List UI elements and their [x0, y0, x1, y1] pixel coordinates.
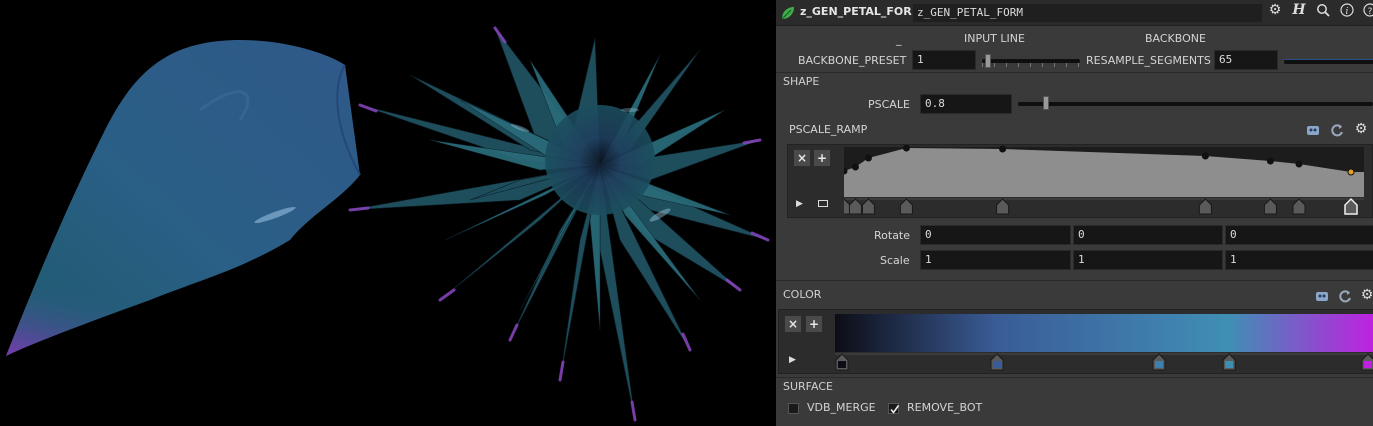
- svg-text:i: i: [1346, 7, 1349, 17]
- ramp-point[interactable]: [864, 154, 872, 162]
- gear-icon[interactable]: ⚙: [1266, 2, 1284, 18]
- resample-segments-slider[interactable]: [1284, 59, 1373, 64]
- ramp-key-marker[interactable]: [899, 198, 913, 215]
- shape-section-label: SHAPE: [783, 75, 820, 88]
- preset-icon[interactable]: [1313, 289, 1331, 307]
- color-key-swatch: [993, 361, 1001, 368]
- color-key-swatch: [1225, 361, 1234, 368]
- leaf-icon: [780, 5, 796, 21]
- add-key-icon[interactable]: +: [813, 149, 831, 167]
- ramp-key-marker[interactable]: [1344, 197, 1358, 215]
- ramp-key-marker[interactable]: [1198, 198, 1212, 215]
- scale-x-field[interactable]: 1: [920, 250, 1071, 270]
- pscale-label: PSCALE: [868, 98, 910, 111]
- ramp-point[interactable]: [1347, 168, 1355, 176]
- frame-icon[interactable]: [818, 200, 828, 207]
- ramp-key-marker[interactable]: [848, 198, 862, 215]
- help-icon[interactable]: ?: [1361, 3, 1373, 21]
- remove-key-icon[interactable]: ×: [784, 315, 802, 333]
- backbone-preset-slider-handle[interactable]: [984, 54, 991, 68]
- pscale-slider[interactable]: [1018, 102, 1373, 106]
- ramp-key-marker[interactable]: [861, 198, 875, 215]
- pscale-ramp-label: PSCALE_RAMP: [789, 123, 868, 136]
- play-icon[interactable]: ▶: [789, 355, 796, 365]
- vdb-merge-label: VDB_MERGE: [807, 401, 876, 414]
- pscale-slider-handle[interactable]: [1043, 96, 1050, 110]
- ramp-point[interactable]: [844, 167, 848, 175]
- scale-label: Scale: [880, 254, 910, 267]
- ramp-point[interactable]: [1266, 157, 1274, 165]
- panel-header: z_GEN_PETAL_FORM z_GEN_PETAL_FORM ⚙ H i …: [776, 0, 1373, 26]
- remove-bot-label: REMOVE_BOT: [907, 401, 983, 414]
- gear-icon[interactable]: ⚙: [1352, 121, 1370, 137]
- resample-segments-label: RESAMPLE_SEGMENTS: [1086, 54, 1211, 67]
- scene-viewport[interactable]: [0, 0, 776, 426]
- preset-icon[interactable]: [1304, 123, 1322, 141]
- rotate-z-field[interactable]: 0: [1225, 225, 1373, 245]
- scale-y-field[interactable]: 1: [1073, 250, 1223, 270]
- ramp-key-marker[interactable]: [996, 198, 1010, 215]
- surface-section-label: SURFACE: [783, 380, 833, 393]
- ramp-point[interactable]: [1295, 160, 1303, 168]
- petal-model: [6, 40, 361, 356]
- node-type-label: z_GEN_PETAL_FORM: [800, 5, 923, 18]
- search-icon[interactable]: [1314, 3, 1332, 21]
- parameter-panel: z_GEN_PETAL_FORM z_GEN_PETAL_FORM ⚙ H i …: [776, 0, 1373, 426]
- gear-icon[interactable]: ⚙: [1358, 287, 1373, 303]
- ramp-point[interactable]: [902, 145, 910, 152]
- color-section-label: COLOR: [783, 288, 822, 301]
- backbone-preset-field[interactable]: 1: [912, 50, 976, 70]
- color-key-swatch: [1364, 361, 1372, 368]
- ramp-point[interactable]: [851, 163, 859, 171]
- pscale-ramp-editor[interactable]: × + ▶: [787, 144, 1373, 218]
- help-script-icon[interactable]: H: [1290, 2, 1308, 18]
- remove-bot-checkbox[interactable]: [888, 403, 900, 414]
- reset-icon[interactable]: [1328, 123, 1346, 141]
- backbone-label: BACKBONE: [1145, 32, 1206, 45]
- flower-model: [348, 26, 770, 422]
- svg-text:?: ?: [1368, 7, 1373, 17]
- vdb-merge-checkbox[interactable]: [788, 403, 799, 414]
- color-key-swatch: [838, 361, 846, 368]
- ramp-key-marker[interactable]: [1292, 198, 1306, 215]
- backbone-preset-ticks: [982, 63, 1080, 67]
- resample-segments-field[interactable]: 65: [1214, 50, 1278, 70]
- color-ramp-editor[interactable]: × + ▶: [778, 309, 1373, 374]
- node-name-field[interactable]: z_GEN_PETAL_FORM: [912, 3, 1263, 23]
- ramp-curve[interactable]: [844, 145, 1364, 217]
- input-line-label: INPUT LINE: [964, 32, 1025, 45]
- scene-render: [6, 26, 770, 422]
- info-icon[interactable]: i: [1338, 3, 1356, 21]
- dash-label: _: [896, 33, 902, 46]
- ramp-point[interactable]: [999, 145, 1007, 153]
- remove-key-icon[interactable]: ×: [793, 149, 811, 167]
- rotate-y-field[interactable]: 0: [1073, 225, 1223, 245]
- ramp-key-marker[interactable]: [1263, 198, 1277, 215]
- play-icon[interactable]: ▶: [796, 199, 803, 209]
- color-gradient-bar: [835, 314, 1373, 352]
- backbone-preset-label: BACKBONE_PRESET: [798, 54, 907, 67]
- color-key-swatch: [1155, 361, 1163, 368]
- reset-icon[interactable]: [1336, 289, 1354, 307]
- color-ramp[interactable]: [835, 310, 1373, 374]
- pscale-field[interactable]: 0.8: [920, 94, 1012, 114]
- add-key-icon[interactable]: +: [805, 315, 823, 333]
- ramp-point[interactable]: [1201, 152, 1209, 160]
- scale-z-field[interactable]: 1: [1225, 250, 1373, 270]
- rotate-label: Rotate: [874, 229, 911, 242]
- rotate-x-field[interactable]: 0: [920, 225, 1071, 245]
